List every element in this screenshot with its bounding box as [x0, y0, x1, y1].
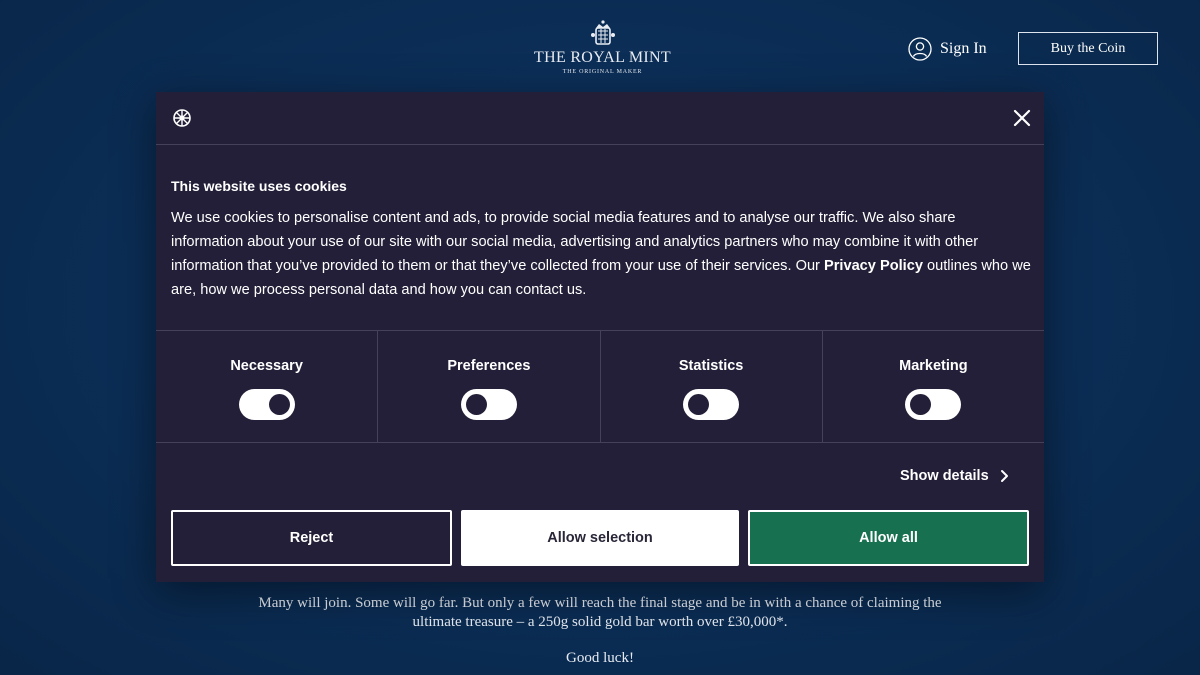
toggle-label-necessary: Necessary	[230, 358, 303, 374]
toggle-preferences[interactable]	[460, 389, 517, 420]
toggle-knob	[910, 394, 932, 415]
chevron-right-icon	[1000, 470, 1008, 482]
good-luck-text: Good luck!	[566, 650, 634, 666]
toggle-knob	[688, 394, 710, 415]
buy-coin-button[interactable]: Buy the Coin	[1018, 32, 1158, 65]
sign-in-label: Sign In	[940, 40, 987, 57]
reject-button[interactable]: Reject	[171, 510, 452, 566]
privacy-policy-link[interactable]: Privacy Policy	[824, 258, 923, 274]
show-details-link[interactable]: Show details	[900, 466, 1011, 486]
brand-tagline: THE ORIGINAL MAKER	[562, 69, 643, 75]
toggle-label-marketing: Marketing	[899, 358, 968, 374]
sign-in-link[interactable]: Sign In	[908, 36, 987, 62]
toggle-label-statistics: Statistics	[678, 358, 744, 374]
cookiebot-logo-icon	[173, 109, 191, 127]
toggle-marketing[interactable]	[905, 389, 962, 420]
allow-all-button[interactable]: Allow all	[748, 510, 1029, 566]
close-icon[interactable]	[1010, 106, 1034, 130]
toggle-label-preferences: Preferences	[447, 358, 531, 374]
toggle-necessary[interactable]	[238, 389, 295, 420]
brand-name: THE ROYAL MINT	[534, 49, 671, 66]
cookie-consent-dialog: This website uses cookies We use cookies…	[156, 92, 1044, 582]
dialog-description: We use cookies to personalise content an…	[171, 206, 1031, 302]
toggle-cell-statistics: Statistics	[601, 331, 823, 442]
consent-toggle-row: Necessary Preferences Statistics Marketi…	[156, 330, 1044, 443]
user-icon	[908, 37, 932, 61]
toggle-knob	[268, 394, 290, 415]
toggle-cell-preferences: Preferences	[378, 331, 601, 442]
toggle-knob	[465, 394, 487, 415]
show-details-label: Show details	[900, 468, 989, 484]
toggle-cell-marketing: Marketing	[823, 331, 1044, 442]
intro-paragraph: Many will join. Some will go far. But on…	[258, 595, 942, 630]
dialog-header	[156, 92, 1044, 145]
crest-logo-icon	[590, 20, 615, 45]
royal-mint-logo[interactable]: THE ROYAL MINT THE ORIGINAL MAKER	[530, 18, 675, 82]
toggle-cell-necessary: Necessary	[156, 331, 379, 442]
dialog-title: This website uses cookies	[171, 178, 347, 194]
toggle-statistics[interactable]	[683, 389, 740, 420]
allow-selection-button[interactable]: Allow selection	[461, 510, 739, 566]
